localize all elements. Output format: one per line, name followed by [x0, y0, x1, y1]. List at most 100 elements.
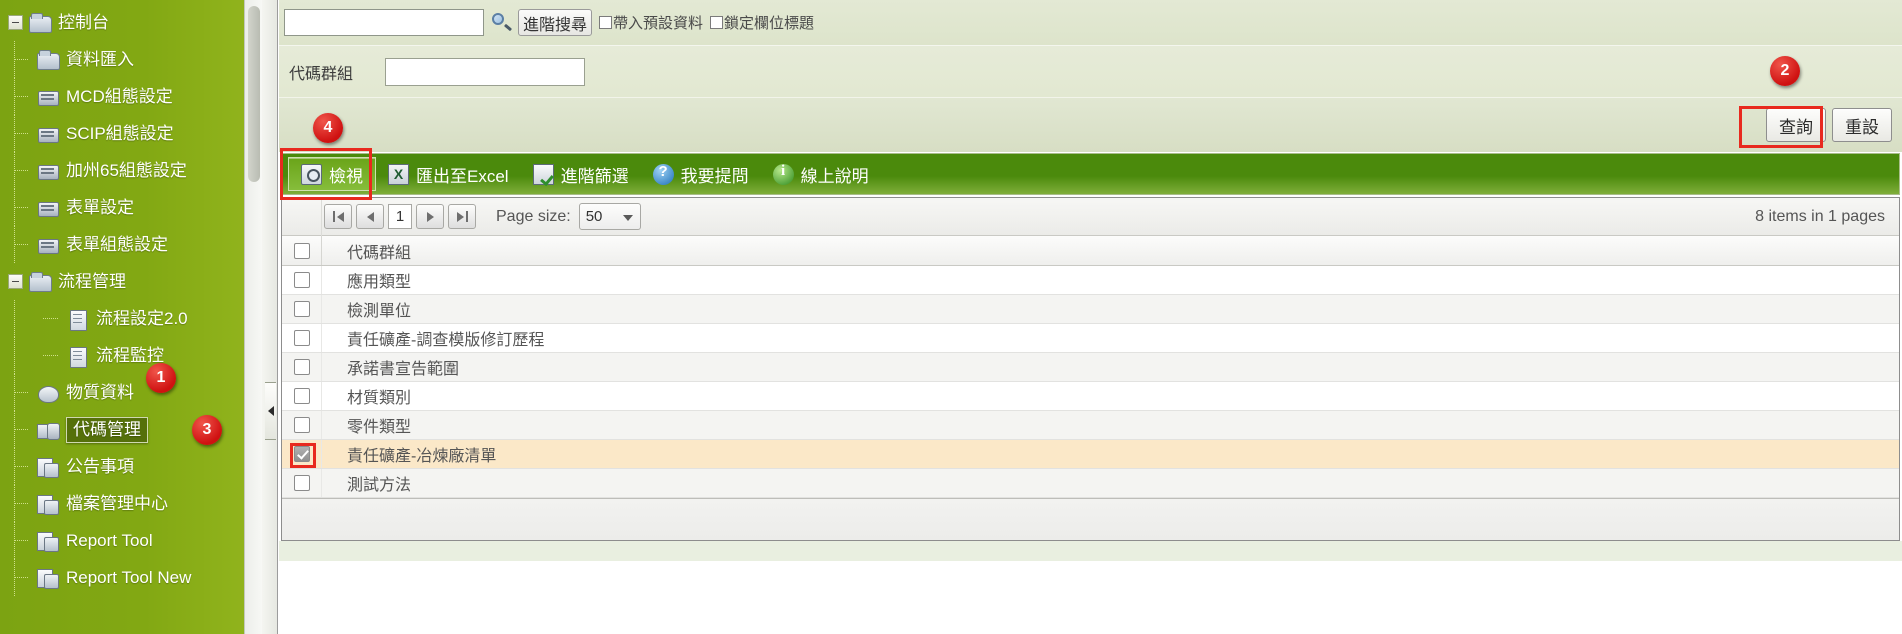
- excel-icon: [388, 163, 409, 185]
- row-checkbox[interactable]: [293, 301, 310, 317]
- toolbar-item-4[interactable]: 線上說明: [761, 157, 881, 191]
- sidebar-item-label: 公告事項: [66, 457, 134, 476]
- sidebar-item-label: 表單組態設定: [66, 235, 168, 254]
- sidebar-item-8[interactable]: 流程設定2.0: [0, 300, 262, 337]
- toolbar-item-2[interactable]: 進階篩選: [521, 157, 641, 191]
- table-row[interactable]: 責任礦產-調查模版修訂歷程: [282, 324, 1899, 353]
- search-input[interactable]: [284, 9, 484, 36]
- advanced-search-label: 進階搜尋: [523, 16, 588, 34]
- last-page-button[interactable]: [448, 204, 476, 229]
- checkbox-default-data-box[interactable]: [599, 16, 613, 29]
- sidebar-item-5[interactable]: 表單設定: [0, 189, 262, 226]
- sidebar-item-7[interactable]: 流程管理: [0, 263, 262, 300]
- sidebar-item-2[interactable]: MCD組態設定: [0, 78, 262, 115]
- toolbar-item-0[interactable]: 檢視: [288, 157, 376, 191]
- sidebar-item-12[interactable]: 公告事項: [0, 448, 262, 485]
- advanced-search-button[interactable]: 進階搜尋: [518, 9, 593, 36]
- criteria-input[interactable]: [385, 57, 585, 86]
- row-label: 測試方法: [347, 477, 412, 494]
- tree-collapse-icon[interactable]: [8, 15, 23, 30]
- current-page-input[interactable]: 1: [388, 204, 412, 229]
- checkbox-default-data[interactable]: 帶入預設資料: [599, 12, 703, 33]
- page-icon-glyph: [36, 493, 60, 515]
- toolbar-item-3[interactable]: 我要提問: [641, 157, 761, 191]
- select-all-cell[interactable]: [282, 236, 322, 265]
- pager-left-spacer: [282, 197, 322, 236]
- row-checkbox[interactable]: [293, 359, 310, 375]
- row-checkbox[interactable]: [293, 272, 310, 288]
- table-row[interactable]: 零件類型: [282, 411, 1899, 440]
- action-button-row: 查詢 重設: [279, 98, 1902, 152]
- table-row[interactable]: 檢測單位: [282, 295, 1899, 324]
- chevron-left-icon: [267, 406, 274, 416]
- sidebar-item-label: 資料匯入: [66, 50, 134, 69]
- row-select-cell[interactable]: [282, 440, 322, 468]
- tree-guide-dash: [15, 429, 28, 430]
- table-row[interactable]: 測試方法: [282, 469, 1899, 498]
- grid-pager: 1 Page size: 50 8 items in 1 pages: [282, 197, 1899, 236]
- query-button[interactable]: 查詢: [1766, 108, 1826, 142]
- sidebar-item-10[interactable]: 物質資料: [0, 374, 262, 411]
- prev-page-button[interactable]: [356, 204, 384, 229]
- sidebar-item-label: 流程監控: [96, 346, 164, 365]
- row-select-cell[interactable]: [282, 469, 322, 497]
- sidebar-item-11[interactable]: 代碼管理: [0, 411, 262, 448]
- main-content: 進階搜尋 帶入預設資料 鎖定欄位標題 代碼群組 查詢 重設 檢視 X 匯出至Ex…: [279, 0, 1902, 634]
- sidebar-item-6[interactable]: 表單組態設定: [0, 226, 262, 263]
- sidebar-collapse-handle[interactable]: [265, 382, 276, 440]
- row-select-cell[interactable]: [282, 382, 322, 410]
- sidebar-item-label: 控制台: [58, 13, 109, 32]
- tree-guide-dash: [43, 355, 58, 356]
- sidebar-item-15[interactable]: Report Tool New: [0, 559, 262, 596]
- panel-splitter[interactable]: [262, 0, 278, 634]
- row-select-cell[interactable]: [282, 266, 322, 294]
- row-select-cell[interactable]: [282, 411, 322, 439]
- chemical-icon-glyph: [36, 382, 60, 404]
- sidebar-item-label: 加州65組態設定: [66, 161, 187, 180]
- sidebar-item-1[interactable]: 資料匯入: [0, 41, 262, 78]
- row-select-cell[interactable]: [282, 295, 322, 323]
- reset-button[interactable]: 重設: [1832, 108, 1892, 142]
- tree-guide-line: [14, 337, 15, 374]
- step-badge-2: 2: [1770, 56, 1800, 86]
- sidebar-item-9[interactable]: 流程監控: [0, 337, 262, 374]
- row-checkbox[interactable]: [293, 388, 310, 404]
- checkbox-lock-header[interactable]: 鎖定欄位標題: [710, 12, 814, 33]
- row-checkbox[interactable]: [293, 417, 310, 433]
- row-checkbox[interactable]: [293, 475, 310, 491]
- row-select-cell[interactable]: [282, 324, 322, 352]
- table-row[interactable]: 材質類別: [282, 382, 1899, 411]
- row-checkbox[interactable]: [293, 330, 310, 346]
- tree-guide-dash: [15, 466, 28, 467]
- sidebar-item-3[interactable]: SCIP組態設定: [0, 115, 262, 152]
- search-icon[interactable]: [488, 10, 516, 36]
- folder-icon: [28, 271, 52, 293]
- cube-icon: [36, 123, 60, 145]
- tree-collapse-icon[interactable]: [8, 274, 23, 289]
- table-row[interactable]: 應用類型: [282, 266, 1899, 295]
- sidebar-item-label: 檔案管理中心: [66, 494, 168, 513]
- sidebar-scrollbar-thumb[interactable]: [248, 6, 260, 182]
- row-select-cell[interactable]: [282, 353, 322, 381]
- step-badge-4: 4: [313, 113, 343, 143]
- row-checkbox[interactable]: [293, 446, 310, 462]
- sidebar-item-13[interactable]: 檔案管理中心: [0, 485, 262, 522]
- table-header-row: 代碼群組: [282, 236, 1899, 266]
- toolbar-item-1[interactable]: 匯出至Excel: [376, 157, 521, 191]
- tree-guide-dash: [43, 318, 58, 319]
- sidebar-item-label: 表單設定: [66, 198, 134, 217]
- table-row[interactable]: 承諾書宣告範圍: [282, 353, 1899, 382]
- sidebar-item-4[interactable]: 加州65組態設定: [0, 152, 262, 189]
- sidebar-item-14[interactable]: Report Tool: [0, 522, 262, 559]
- page-size-value: 50: [585, 208, 603, 225]
- page-size-select[interactable]: 50: [578, 203, 641, 230]
- data-grid: 1 Page size: 50 8 items in 1 pages 代碼群組應…: [281, 197, 1900, 541]
- first-page-button[interactable]: [324, 204, 352, 229]
- next-page-button[interactable]: [416, 204, 444, 229]
- table-row[interactable]: 責任礦產-冶煉廠清單: [282, 440, 1899, 469]
- sidebar-item-0[interactable]: 控制台: [0, 4, 262, 41]
- checkbox-lock-header-box[interactable]: [710, 16, 724, 29]
- question-icon: [652, 163, 674, 185]
- sidebar-scrollbar[interactable]: [244, 0, 262, 634]
- select-all-checkbox[interactable]: [293, 242, 310, 259]
